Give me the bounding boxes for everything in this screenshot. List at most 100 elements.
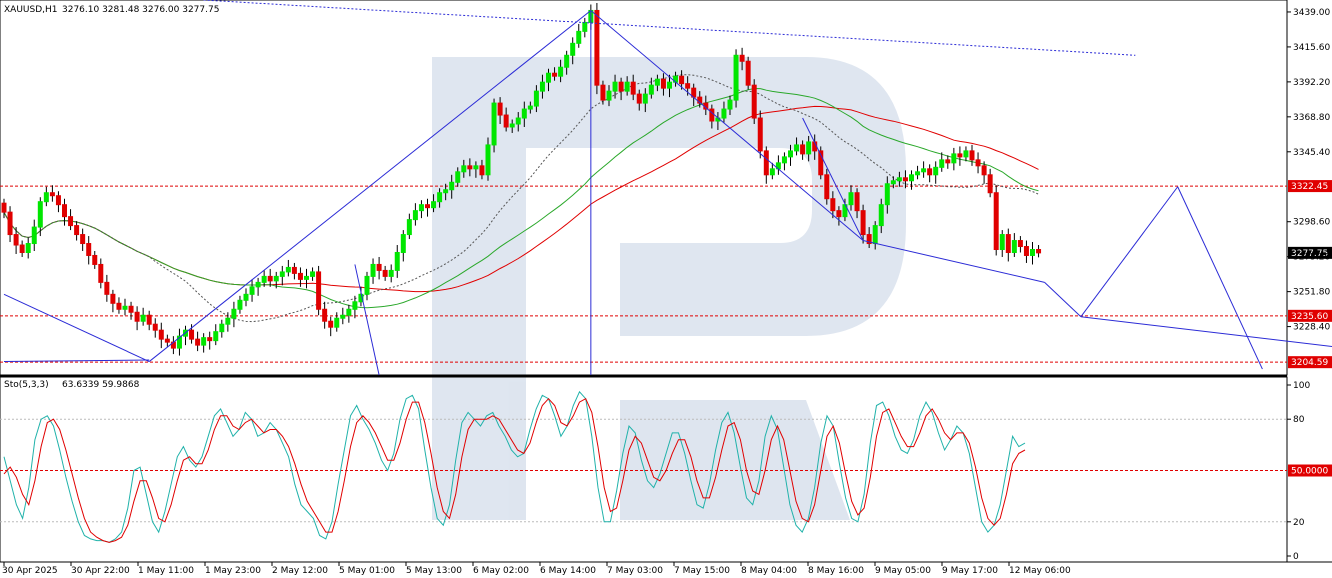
candle-bear <box>146 314 152 325</box>
candle-bear <box>479 165 485 176</box>
price-tick-label: 3251.80 <box>1293 288 1330 298</box>
candle-bear <box>981 165 987 176</box>
candle-bull <box>352 301 358 310</box>
candle-bull <box>939 159 945 168</box>
candle-bear <box>957 153 963 158</box>
candle-bull <box>334 317 340 328</box>
candle-bull <box>521 108 527 119</box>
candle-bull <box>279 271 285 277</box>
time-tick-label: 5 May 01:00 <box>339 566 395 576</box>
candle-bear <box>600 84 606 101</box>
candle-bull <box>788 150 793 158</box>
candle-bull <box>449 181 455 191</box>
time-tick-label: 5 May 13:00 <box>406 566 462 576</box>
candle-bear <box>322 308 328 322</box>
time-tick-label: 8 May 04:00 <box>741 566 797 576</box>
candle-bear <box>503 114 509 128</box>
candle-bull <box>473 165 479 170</box>
candle-bull <box>25 243 31 253</box>
candle-bear <box>679 75 685 85</box>
candle-bear <box>86 243 92 256</box>
candle-bear <box>297 272 303 280</box>
candle-bear <box>751 84 757 119</box>
candle-bull <box>285 266 291 273</box>
candle-bull <box>201 337 207 346</box>
candle-bear <box>1036 249 1042 254</box>
price-tick-label: 3392.20 <box>1293 78 1330 88</box>
candle-bear <box>207 337 213 342</box>
time-tick-label: 8 May 16:00 <box>808 566 864 576</box>
candle-bull <box>933 166 939 176</box>
time-tick-label: 9 May 17:00 <box>942 566 998 576</box>
candle-bear <box>636 93 642 104</box>
candle-bull <box>237 299 243 310</box>
candle-bull <box>1011 240 1017 253</box>
candle-bull <box>794 144 800 152</box>
candle-bear <box>152 323 158 331</box>
candle-bull <box>1030 249 1035 256</box>
candle-bear <box>98 263 104 283</box>
time-tick-label: 2 May 12:00 <box>272 566 328 576</box>
candle-bull <box>340 314 346 319</box>
candle-bull <box>509 123 515 128</box>
time-tick-label: 6 May 14:00 <box>540 566 596 576</box>
ohlc-label: 3276.10 3281.48 3276.00 3277.75 <box>62 5 219 15</box>
candle-bear <box>618 81 624 92</box>
candle-bull <box>890 180 896 185</box>
candle-bull <box>455 171 461 183</box>
candle-bull <box>769 168 775 176</box>
candle-bull <box>31 226 37 245</box>
candle-bull <box>727 99 733 110</box>
price-tick-label: 3415.60 <box>1293 43 1330 53</box>
candle-bull <box>733 54 739 101</box>
candle-bear <box>195 338 201 346</box>
candle-bear <box>685 83 691 89</box>
candle-bear <box>594 9 600 86</box>
stochastic-level-label: 50.0000 <box>1291 467 1328 477</box>
candle-bull <box>37 201 43 228</box>
trading-chart[interactable]: 3322.453235.603204.593277.75 3439.003415… <box>0 0 1332 578</box>
candle-bull <box>213 331 219 342</box>
candle-bull <box>249 286 255 295</box>
candle-bear <box>745 60 751 86</box>
time-tick-label: 12 May 06:00 <box>1009 566 1071 576</box>
candle-bull <box>884 183 890 206</box>
candle-bear <box>55 195 61 206</box>
candle-bull <box>310 271 316 277</box>
candle-bull <box>721 108 727 119</box>
price-tick-label: 3228.40 <box>1293 323 1330 333</box>
stochastic-tick-label: 100 <box>1293 381 1310 391</box>
candle-bear <box>467 165 473 170</box>
candle-bear <box>824 174 830 200</box>
candle-bull <box>539 81 545 92</box>
stochastic-tick-label: 80 <box>1293 415 1305 425</box>
candle-bull <box>515 117 521 125</box>
candle-bear <box>382 269 388 277</box>
candle-bear <box>993 192 999 251</box>
time-tick-label: 7 May 15:00 <box>674 566 730 576</box>
candle-bear <box>49 192 55 197</box>
candle-bear <box>630 81 636 95</box>
price-level-label: 3204.59 <box>1291 358 1328 368</box>
candle-bear <box>134 311 140 322</box>
candle-bull <box>243 293 249 301</box>
candle-bear <box>927 168 933 176</box>
candle-bull <box>570 42 576 56</box>
candle-bear <box>92 254 98 265</box>
candle-bull <box>273 275 279 282</box>
candle-bull <box>443 189 449 194</box>
candle-bull <box>848 192 854 206</box>
candle-bull <box>370 263 376 277</box>
candle-bear <box>19 244 25 253</box>
candle-bull <box>364 275 370 295</box>
time-tick-label: 30 Apr 2025 <box>2 566 58 576</box>
candle-bear <box>68 216 74 227</box>
candle-bull <box>304 275 309 280</box>
candle-bear <box>116 302 122 310</box>
candle-bear <box>291 266 297 274</box>
candle-bull <box>878 204 884 227</box>
candle-bull <box>648 84 654 95</box>
candle-bear <box>660 78 666 89</box>
candle-bull <box>491 102 497 146</box>
candle-bear <box>709 108 715 122</box>
